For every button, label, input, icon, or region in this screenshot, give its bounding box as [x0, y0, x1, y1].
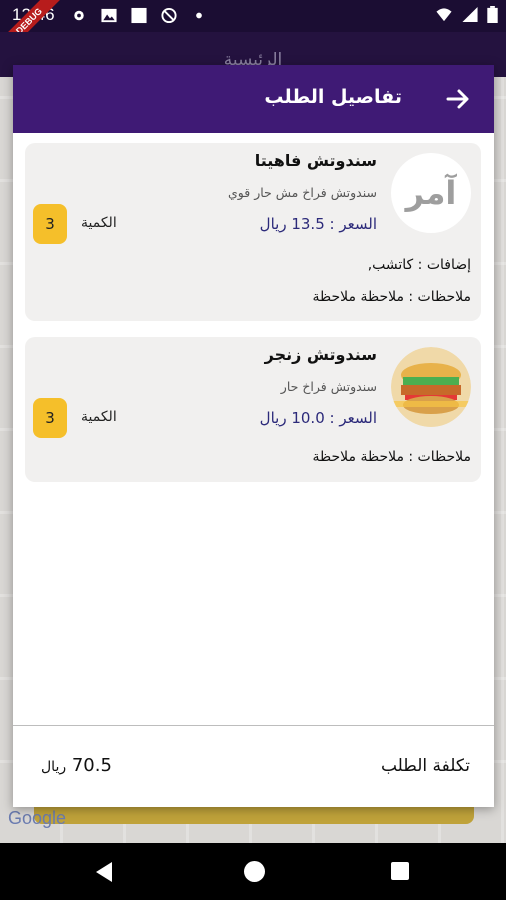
system-icons: [435, 6, 498, 23]
total-value: 70.5 ريال: [41, 755, 112, 776]
nav-home-icon[interactable]: [244, 861, 265, 882]
settings-icon: [74, 10, 84, 21]
dialog-header: تفاصيل الطلب: [13, 65, 494, 133]
status-bar: 12:46 DEBUG: [0, 0, 506, 65]
nav-back-icon[interactable]: [96, 862, 112, 882]
item-price: السعر : 10.0 ريال: [260, 409, 377, 427]
quantity-badge: 3: [33, 204, 67, 244]
total-currency: ريال: [41, 759, 67, 775]
order-item-card: سندوتش زنجر سندوتش فراخ حار السعر : 10.0…: [25, 337, 481, 482]
item-notes: ملاحظات : ملاحظة ملاحظة: [312, 449, 472, 465]
price-currency: ريال: [259, 215, 287, 233]
total-amount: 70.5: [71, 755, 112, 776]
avatar-text: آمر: [405, 174, 457, 212]
avatar: آمر: [391, 153, 471, 233]
price-label: السعر :: [329, 215, 377, 233]
item-description: سندوتش فراخ حار: [280, 379, 377, 394]
total-label: تكلفة الطلب: [380, 756, 470, 776]
item-name: سندوتش زنجر: [264, 345, 377, 364]
back-arrow-icon[interactable]: [444, 85, 472, 113]
price-value: 10.0: [291, 409, 325, 427]
signal-icon: [462, 6, 478, 23]
order-item-card: آمر سندوتش فاهيتا سندوتش فراخ مش حار قوي…: [25, 143, 481, 321]
item-notes: ملاحظات : ملاحظة ملاحظة: [312, 289, 472, 305]
item-name: سندوتش فاهيتا: [254, 151, 377, 170]
data-saver-icon: [161, 7, 177, 24]
quantity-badge: 3: [33, 398, 67, 438]
price-currency: ريال: [259, 409, 287, 427]
item-description: سندوتش فراخ مش حار قوي: [228, 185, 377, 200]
battery-icon: [487, 6, 498, 23]
nav-recents-icon[interactable]: [391, 862, 409, 880]
item-image: [391, 347, 471, 427]
wifi-icon: [436, 8, 452, 22]
price-label: السعر :: [329, 409, 377, 427]
order-details-dialog: تفاصيل الطلب آمر سندوتش فاهيتا سندوتش فر…: [13, 65, 494, 807]
navigation-bar: [0, 843, 506, 900]
notification-icons: [70, 7, 208, 24]
item-price: السعر : 13.5 ريال: [260, 215, 377, 233]
square-icon: [131, 7, 147, 24]
google-logo: Google: [8, 808, 67, 828]
price-value: 13.5: [291, 215, 325, 233]
quantity-label: الكمية: [81, 409, 117, 425]
dialog-title: تفاصيل الطلب: [264, 86, 402, 108]
order-footer: تكلفة الطلب 70.5 ريال: [13, 726, 494, 807]
quantity-label: الكمية: [81, 215, 117, 231]
dot-icon: [196, 12, 202, 19]
sandwich-image-icon: [391, 347, 471, 427]
photo-icon: [101, 8, 117, 23]
item-extras: إضافات : كاتشب,: [367, 257, 471, 273]
